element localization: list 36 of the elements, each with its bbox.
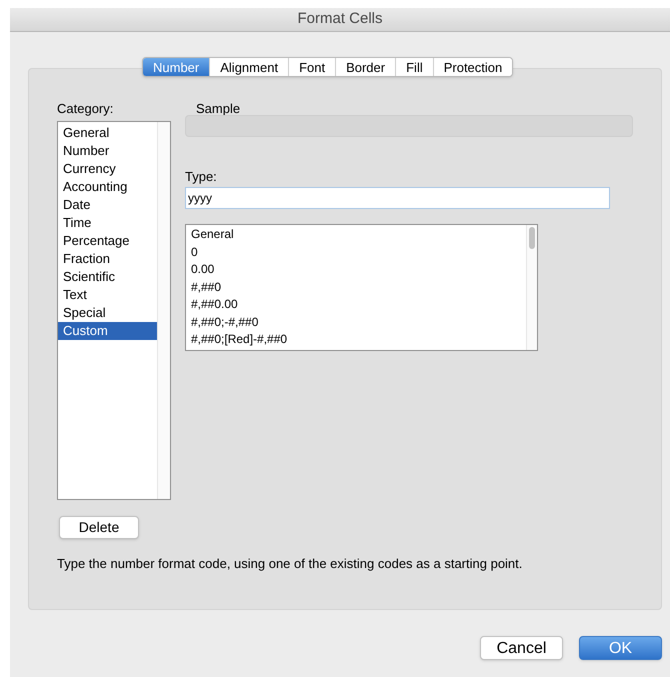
scrollbar-thumb[interactable] <box>529 227 535 249</box>
tab[interactable]: Number <box>143 58 210 76</box>
category-item[interactable]: Date <box>58 196 157 214</box>
category-item[interactable]: Percentage <box>58 232 157 250</box>
type-label: Type: <box>185 168 218 186</box>
tab[interactable]: Protection <box>432 58 512 76</box>
category-item[interactable]: Custom <box>58 322 157 340</box>
category-item[interactable]: Special <box>58 304 157 322</box>
tab[interactable]: Fill <box>395 58 433 76</box>
tab[interactable]: Border <box>335 58 396 76</box>
category-item[interactable]: Currency <box>58 160 157 178</box>
sample-label: Sample <box>196 100 242 115</box>
format-item[interactable]: 0 <box>191 244 526 261</box>
format-item[interactable]: General <box>191 226 526 244</box>
category-list[interactable]: General Number Currency Accounting Date Time Percentage Fraction Scientific Text Special Custom <box>57 121 171 500</box>
category-item[interactable]: Text <box>58 286 157 304</box>
format-item[interactable]: #,##0.00 <box>191 296 526 314</box>
tab[interactable]: Font <box>288 58 336 76</box>
category-item[interactable]: Fraction <box>58 250 157 268</box>
type-field[interactable]: yyyy <box>185 187 610 209</box>
tab[interactable]: Alignment <box>209 58 288 76</box>
format-item[interactable]: 0.00 <box>191 261 526 278</box>
category-item[interactable]: Accounting <box>58 178 157 196</box>
category-item[interactable]: Number <box>58 142 157 160</box>
category-item[interactable]: Scientific <box>58 268 157 286</box>
format-item[interactable]: #,##0;-#,##0 <box>191 314 526 331</box>
category-label: Category: <box>57 100 114 118</box>
format-item[interactable]: #,##0;[Red]-#,##0 <box>191 331 526 348</box>
category-item[interactable]: Time <box>58 214 157 232</box>
format-item[interactable]: #,##0 <box>191 278 526 296</box>
category-item[interactable]: General <box>58 124 157 142</box>
delete-button[interactable]: Delete <box>59 516 139 539</box>
cancel-button[interactable]: Cancel <box>480 636 563 660</box>
format-list[interactable]: General 0 0.00 #,##0 #,##0.00 #,##0;-#,##0 #,##0;[Red]-#,##0 <box>185 224 538 351</box>
hint-text: Type the number format code, using one of the existing codes as a starting point. <box>57 555 524 573</box>
window-title: Format Cells <box>297 9 382 30</box>
